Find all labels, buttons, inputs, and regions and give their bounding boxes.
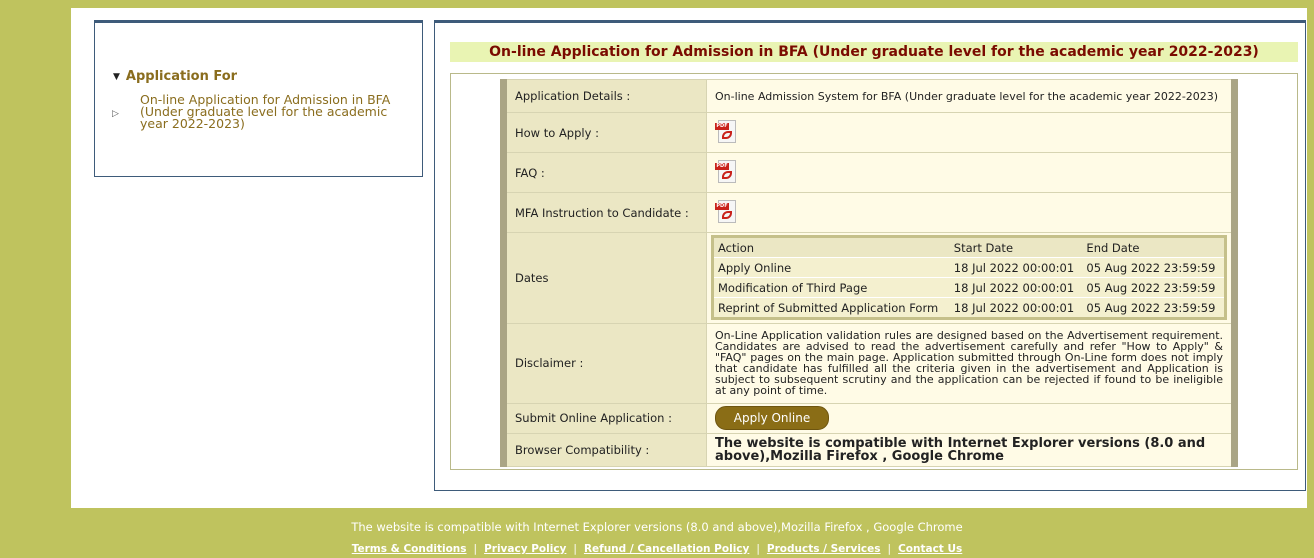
browser-compat-label: Browser Compatibility : (503, 432, 707, 468)
sidebar-heading-label: Application For (125, 69, 238, 84)
table-row: MFA Instruction to Candidate : PDF (503, 192, 1235, 234)
refund-link[interactable]: Refund / Cancellation Policy (584, 543, 749, 555)
faq-cell: PDF (706, 152, 1235, 194)
dates-cell-action: Reprint of Submitted Application Form (712, 297, 950, 320)
sidebar-item-label[interactable]: On-line Application for Admission in BFA… (140, 93, 400, 130)
details-value: On-line Admission System for BFA (Under … (706, 78, 1235, 114)
page-title: On-line Application for Admission in BFA… (450, 42, 1298, 62)
link-separator: | (887, 543, 892, 555)
sidebar-panel: ▼ Application For ▷ On-line Application f… (94, 20, 423, 177)
table-row: Submit Online Application : Apply Online (503, 402, 1235, 434)
table-row: Disclaimer : On-Line Application validat… (503, 322, 1235, 404)
table-row: How to Apply : PDF (503, 112, 1235, 154)
mfa-instruction-cell: PDF (706, 192, 1235, 234)
dates-cell-start: 18 Jul 2022 00:00:01 (949, 277, 1083, 299)
privacy-link[interactable]: Privacy Policy (484, 543, 566, 555)
table-row: Reprint of Submitted Application Form 18… (712, 297, 1226, 320)
how-to-apply-label: How to Apply : (503, 112, 707, 154)
browser-compat-value: The website is compatible with Internet … (706, 432, 1235, 468)
pdf-icon[interactable]: PDF (715, 198, 737, 224)
table-row: Apply Online 18 Jul 2022 00:00:01 05 Aug… (712, 257, 1226, 279)
dates-header-action: Action (712, 236, 950, 259)
main-panel: On-line Application for Admission in BFA… (434, 20, 1306, 491)
dates-header-end: End Date (1082, 236, 1226, 259)
dates-cell-end: 05 Aug 2022 23:59:59 (1082, 297, 1226, 320)
table-row: Browser Compatibility : The website is c… (503, 432, 1235, 468)
dates-cell-action: Modification of Third Page (712, 277, 950, 299)
link-separator: | (756, 543, 760, 555)
table-row: Modification of Third Page 18 Jul 2022 0… (712, 277, 1226, 299)
right-decorative-band (1307, 0, 1314, 508)
dates-cell-action: Apply Online (712, 257, 950, 279)
submit-label: Submit Online Application : (503, 402, 707, 434)
terms-link[interactable]: Terms & Conditions (352, 543, 467, 555)
faq-label: FAQ : (503, 152, 707, 194)
mfa-instruction-label: MFA Instruction to Candidate : (503, 192, 707, 234)
how-to-apply-cell: PDF (706, 112, 1235, 154)
submit-cell: Apply Online (706, 402, 1235, 434)
top-decorative-band (71, 0, 1314, 8)
products-link[interactable]: Products / Services (767, 543, 881, 555)
footer-compat-text: The website is compatible with Internet … (351, 520, 963, 534)
left-decorative-band (0, 0, 71, 508)
contact-link[interactable]: Contact Us (898, 543, 962, 555)
details-container: Application Details : On-line Admission … (450, 73, 1298, 470)
dates-cell-start: 18 Jul 2022 00:00:01 (949, 257, 1083, 279)
link-separator: | (573, 543, 577, 555)
details-label: Application Details : (503, 78, 707, 114)
application-details-table: Application Details : On-line Admission … (500, 78, 1238, 468)
footer-links: Terms & Conditions | Privacy Policy | Refund… (0, 543, 1314, 555)
disclaimer-label: Disclaimer : (503, 322, 707, 404)
link-separator: | (473, 543, 478, 555)
pdf-icon[interactable]: PDF (715, 118, 737, 144)
dates-cell: Action Start Date End Date Apply Online … (706, 232, 1235, 324)
dates-cell-end: 05 Aug 2022 23:59:59 (1082, 257, 1226, 279)
footer: The website is compatible with Internet … (0, 508, 1314, 558)
expand-triangle-icon: ▼ (113, 72, 120, 82)
table-row: Application Details : On-line Admission … (503, 78, 1235, 114)
dates-table: Action Start Date End Date Apply Online … (711, 235, 1227, 321)
table-row: Dates Action Start Date End Date Apply O… (503, 232, 1235, 324)
dates-cell-end: 05 Aug 2022 23:59:59 (1082, 277, 1226, 299)
apply-online-button[interactable]: Apply Online (715, 406, 829, 431)
dates-cell-start: 18 Jul 2022 00:00:01 (949, 297, 1083, 320)
table-row: Action Start Date End Date (712, 236, 1226, 259)
dates-header-start: Start Date (949, 236, 1083, 259)
disclaimer-text: On-Line Application validation rules are… (706, 322, 1235, 404)
sidebar-heading[interactable]: ▼ Application For (113, 69, 237, 84)
caret-right-icon: ▷ (112, 109, 119, 119)
table-row: FAQ : PDF (503, 152, 1235, 194)
dates-label: Dates (503, 232, 707, 324)
pdf-icon[interactable]: PDF (715, 158, 737, 184)
